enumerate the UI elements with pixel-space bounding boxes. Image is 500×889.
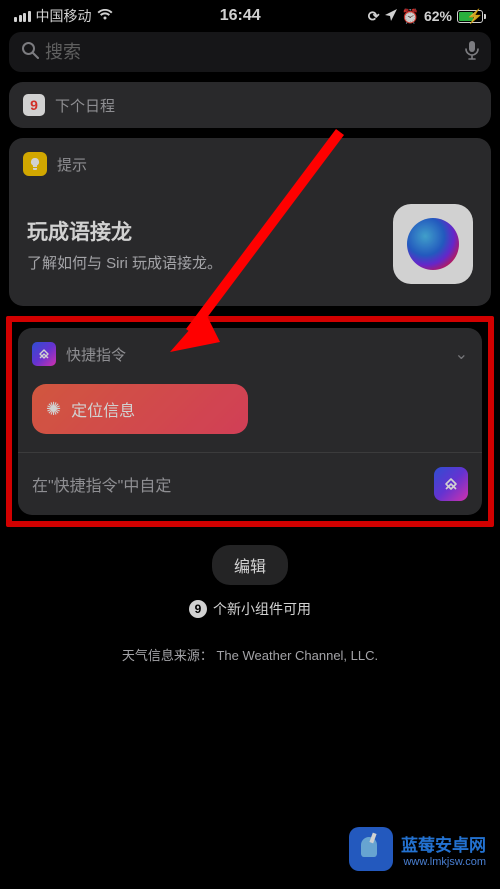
- tips-subtitle: 了解如何与 Siri 玩成语接龙。: [27, 252, 222, 273]
- clock-label: 16:44: [220, 7, 261, 25]
- location-icon: [385, 8, 397, 24]
- shortcuts-app-icon: [32, 342, 56, 366]
- search-bar[interactable]: [9, 32, 491, 72]
- battery-pct-label: 62%: [424, 8, 452, 24]
- sparkle-icon: ✺: [46, 399, 61, 420]
- annotation-highlight: 快捷指令 ⌄ ✺ 定位信息 在"快捷指令"中自定: [6, 316, 494, 527]
- shortcuts-app-icon: [434, 467, 468, 501]
- status-right: ⟳ ⏰ 62% ⚡: [368, 8, 486, 25]
- watermark-title: 蓝莓安卓网: [401, 831, 486, 856]
- search-icon: [21, 41, 39, 64]
- search-input[interactable]: [45, 42, 465, 63]
- signal-icon: [14, 11, 31, 22]
- shortcut-chip-location[interactable]: ✺ 定位信息: [32, 384, 248, 434]
- siri-icon: [393, 204, 473, 284]
- shortcut-chip-label: 定位信息: [71, 397, 135, 421]
- shortcuts-customize-label: 在"快捷指令"中自定: [32, 472, 171, 496]
- widgets-available-label: 个新小组件可用: [213, 599, 311, 619]
- shortcuts-customize-row[interactable]: 在"快捷指令"中自定: [18, 452, 482, 515]
- calendar-widget[interactable]: 9 下个日程: [9, 82, 491, 128]
- lightbulb-icon: [23, 152, 47, 176]
- mic-icon[interactable]: [465, 40, 479, 65]
- chevron-down-icon[interactable]: ⌄: [455, 344, 468, 364]
- alarm-icon: ⏰: [402, 8, 419, 25]
- watermark-url: www.lmkjsw.com: [401, 856, 486, 868]
- status-left: 中国移动: [14, 6, 113, 26]
- tips-headline: 玩成语接龙: [27, 216, 222, 246]
- weather-source-label: 天气信息来源： The Weather Channel, LLC.: [9, 645, 491, 664]
- wifi-icon: [97, 8, 113, 25]
- battery-icon: ⚡: [457, 10, 486, 23]
- shortcuts-widget[interactable]: 快捷指令 ⌄ ✺ 定位信息 在"快捷指令"中自定: [18, 328, 482, 515]
- tips-widget[interactable]: 提示 玩成语接龙 了解如何与 Siri 玩成语接龙。: [9, 138, 491, 306]
- carrier-label: 中国移动: [36, 6, 92, 26]
- status-bar: 中国移动 16:44 ⟳ ⏰ 62% ⚡: [0, 0, 500, 28]
- tips-title: 提示: [57, 154, 87, 175]
- orientation-lock-icon: ⟳: [368, 8, 380, 25]
- widgets-count-badge: 9: [189, 600, 207, 618]
- calendar-icon: 9: [23, 94, 45, 116]
- watermark-logo-icon: [349, 827, 393, 871]
- widgets-available-row[interactable]: 9 个新小组件可用: [9, 599, 491, 619]
- watermark: 蓝莓安卓网 www.lmkjsw.com: [349, 827, 486, 871]
- calendar-title: 下个日程: [55, 95, 115, 116]
- shortcuts-title: 快捷指令: [66, 344, 126, 365]
- edit-button[interactable]: 编辑: [212, 545, 288, 585]
